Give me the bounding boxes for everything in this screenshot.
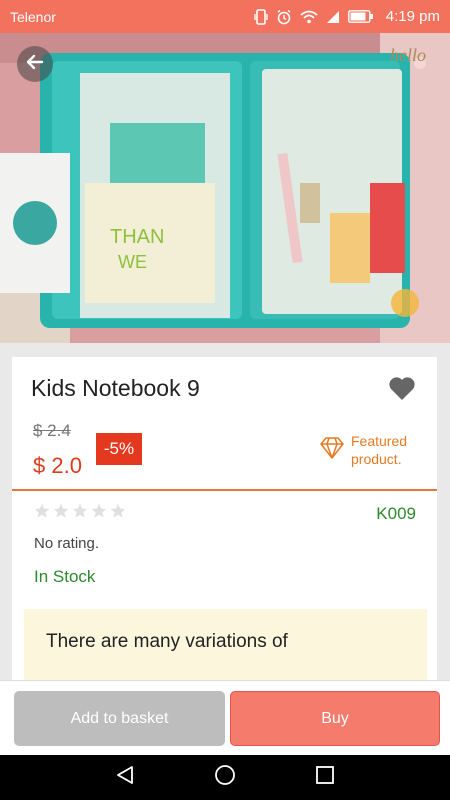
status-bar: Telenor 4:19 pm <box>0 0 450 33</box>
favorite-button[interactable] <box>388 375 416 406</box>
wifi-icon <box>300 10 318 24</box>
buy-button[interactable]: Buy <box>230 691 440 746</box>
arrow-left-icon <box>25 52 45 77</box>
diamond-icon <box>320 436 344 464</box>
product-image[interactable]: THAN WE hello <box>0 33 450 343</box>
star-icon <box>34 503 50 524</box>
star-icon <box>72 503 88 524</box>
product-description: There are many variations of <box>24 609 427 687</box>
discount-badge: -5% <box>96 433 142 465</box>
add-to-basket-button[interactable]: Add to basket <box>14 691 225 746</box>
star-icon <box>110 503 126 524</box>
svg-text:hello: hello <box>390 45 426 65</box>
alarm-icon <box>276 9 292 25</box>
signal-icon <box>326 10 340 24</box>
svg-text:WE: WE <box>118 252 147 272</box>
heart-icon <box>388 377 416 405</box>
recents-square-icon[interactable] <box>314 764 336 791</box>
divider <box>12 489 437 491</box>
action-bar: Add to basket Buy <box>0 680 450 755</box>
home-circle-icon[interactable] <box>214 764 236 791</box>
product-card: Kids Notebook 9 $ 2.4 $ 2.0 -5% Featured… <box>12 357 437 687</box>
rating-text: No rating. <box>34 535 100 552</box>
back-button[interactable] <box>17 46 53 82</box>
product-title: Kids Notebook 9 <box>31 375 200 401</box>
battery-icon <box>347 10 374 23</box>
status-icons: 4:19 pm <box>254 8 440 25</box>
old-price: $ 2.4 <box>33 421 71 440</box>
featured-label: Featured product. <box>351 433 408 467</box>
product-sku: K009 <box>376 504 416 523</box>
star-icon <box>91 503 107 524</box>
vibrate-icon <box>254 8 268 25</box>
svg-text:THAN: THAN <box>110 226 164 248</box>
price: $ 2.0 <box>33 453 82 478</box>
carrier-name: Telenor <box>10 8 56 25</box>
system-nav-bar <box>0 755 450 800</box>
stock-status: In Stock <box>34 567 96 586</box>
back-triangle-icon[interactable] <box>114 764 136 791</box>
rating-stars <box>34 503 126 524</box>
clock: 4:19 pm <box>385 8 440 25</box>
star-icon <box>53 503 69 524</box>
featured-badge: Featured product. <box>320 432 421 468</box>
